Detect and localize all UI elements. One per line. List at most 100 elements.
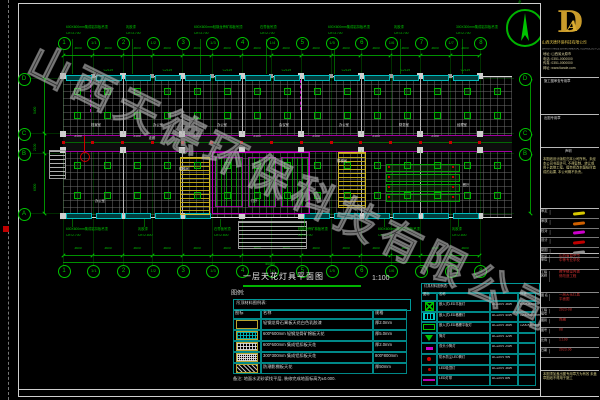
ceiling-light — [494, 162, 501, 169]
ceiling-spec-cell: 厚2.0mm — [373, 319, 407, 330]
dim-value: 3600 — [400, 47, 411, 51]
window-code: C2119 — [282, 69, 291, 73]
titleblock-note-text: 本图须加盖出图专用章方为有效 未盖章图纸不得用于施工 — [543, 373, 598, 381]
dining-table — [386, 164, 460, 172]
grid-bubble-bottom: 1/1 — [87, 265, 100, 278]
company-logo-inner: A — [567, 19, 578, 35]
corridor-dim-dot — [121, 141, 124, 144]
company-name-cn: 山西天德环保科技有限公司 — [542, 41, 587, 45]
ceiling-legend-note: 备注: 地面水泥砂浆找平层, 装修完成地面标高为±0.000. — [233, 377, 336, 382]
partition-wall — [420, 150, 421, 215]
ceiling-light — [224, 88, 231, 95]
partition-wall — [420, 77, 421, 134]
info-label: 图别 — [541, 319, 550, 324]
info-row: 图 名一层天花灯具平面图 — [541, 293, 599, 308]
window-strip — [66, 213, 92, 219]
window-strip — [185, 75, 211, 81]
ceiling-annotation: Ch=3.700 — [328, 32, 342, 36]
ceiling-annotation: Ch=2.700 — [260, 32, 274, 36]
entry-steps — [238, 221, 307, 249]
info-value: 1:100 — [559, 338, 582, 343]
column — [477, 131, 483, 137]
info-value: 山西省晋中市中等专业学校 — [559, 254, 582, 263]
info-label: 比例 — [541, 339, 550, 344]
signoff-label: 审核 — [541, 220, 550, 225]
light-fixture-icon — [425, 302, 434, 311]
window-strip — [245, 75, 271, 81]
info-row: 建设单位山西省晋中市中等专业学校 — [541, 254, 599, 270]
ceiling-annotation: Ch=3.700 — [194, 32, 208, 36]
info-row: 图号08 — [541, 328, 599, 338]
company-name-en: SHANXI TIANDE ENVIRONMENTAL TECHNOLOGY C… — [542, 48, 600, 51]
signoff-row: 审核 — [541, 219, 599, 229]
ceiling-light — [284, 112, 291, 119]
titleblock-signoff: 审定审核校对设计制图 — [541, 209, 599, 254]
contact-line: 网址: www.tiande.com — [543, 67, 575, 69]
window-code: C2119 — [163, 69, 172, 73]
signoff-signature — [558, 238, 599, 247]
dim-tick — [42, 131, 46, 135]
ceiling-light — [434, 88, 441, 95]
info-value: 2023.06 — [559, 348, 582, 353]
corridor-dim-dot — [330, 141, 333, 144]
drawing-title: 一层天花灯具平面图 — [243, 273, 324, 282]
ceiling-light — [464, 88, 471, 95]
dim-value: 3600 — [311, 247, 322, 251]
ceiling-swatch-cell — [233, 352, 261, 363]
room-label: 会议室 — [277, 124, 290, 128]
ceiling-light — [434, 112, 441, 119]
ceiling-light — [494, 88, 501, 95]
ceiling-annotation: Ch=2.800 — [138, 234, 152, 238]
corridor-dim-dot — [449, 141, 452, 144]
ceiling-light — [374, 88, 381, 95]
annotation-leader — [132, 39, 133, 74]
table-dot — [388, 186, 390, 188]
corridor-dim-dot — [389, 141, 392, 144]
ceiling-light — [134, 192, 141, 199]
ceiling-annotation: 300X300mm集成铝扣板吊顶 — [456, 26, 498, 30]
annotation-leader — [400, 39, 401, 74]
info-value: 一层天花灯具平面图 — [559, 293, 582, 301]
annotation-leader — [200, 39, 201, 74]
grid-bubble-top: 1/2 — [147, 37, 160, 50]
ceiling-light — [404, 88, 411, 95]
lighting-name-cell: 防水防尘LED筒灯 — [437, 354, 490, 365]
corridor-dim-value: 2100 — [312, 135, 321, 139]
ceiling-swatch — [236, 353, 258, 362]
lighting-power-cell: AC220V 36W — [490, 365, 518, 376]
window-code: C2119 — [401, 69, 410, 73]
corridor-dim-value: 2100 — [371, 135, 380, 139]
ceiling-annotation: 600X600mm轻钢龙骨矿棉板吊顶 — [194, 26, 242, 30]
corridor-dim-value: 2100 — [431, 135, 440, 139]
grid-bubble-top: 1/4 — [266, 37, 279, 50]
annotation-leader — [462, 39, 463, 74]
corridor-dim-dot — [62, 141, 65, 144]
room-label: 档案室 — [89, 124, 102, 128]
ceiling-annotation: Ch=2.700 — [456, 32, 470, 36]
ceiling-table-header: 规格 — [373, 309, 407, 319]
corridor-dim-value: 2100 — [73, 135, 82, 139]
ceiling-light — [464, 112, 471, 119]
ceiling-light — [164, 162, 171, 169]
signoff-label: 设计 — [541, 239, 550, 244]
dim-value-vertical: 5400 — [34, 106, 38, 113]
declaration-text: 本图纸设计版权归本公司所有。未经本公司书面许可, 不得复制、转让或用于其他工程。… — [543, 158, 596, 175]
partition-wall — [361, 77, 362, 134]
light-fixture-icon — [423, 379, 435, 381]
window-code: C2119 — [342, 69, 351, 73]
grid-bubble-top: 5 — [296, 37, 309, 50]
window-strip — [215, 75, 241, 81]
info-label: 工程名称 — [541, 271, 550, 282]
dim-value: 3600 — [370, 47, 381, 51]
info-value: 2023-08 — [559, 308, 582, 313]
grid-bubble-top: 1/3 — [206, 37, 219, 50]
titleblock-spacer — [541, 358, 599, 371]
grid-bubble-bottom: 1/5 — [326, 265, 339, 278]
info-label: 工程编号 — [541, 309, 550, 314]
signature-mark — [572, 241, 584, 245]
ceiling-light — [344, 88, 351, 95]
ceiling-spec-cell: 厚2.0mm — [373, 341, 407, 352]
detail-mark-line — [84, 136, 85, 152]
ceiling-swatch — [236, 320, 258, 329]
dining-table — [386, 184, 460, 192]
